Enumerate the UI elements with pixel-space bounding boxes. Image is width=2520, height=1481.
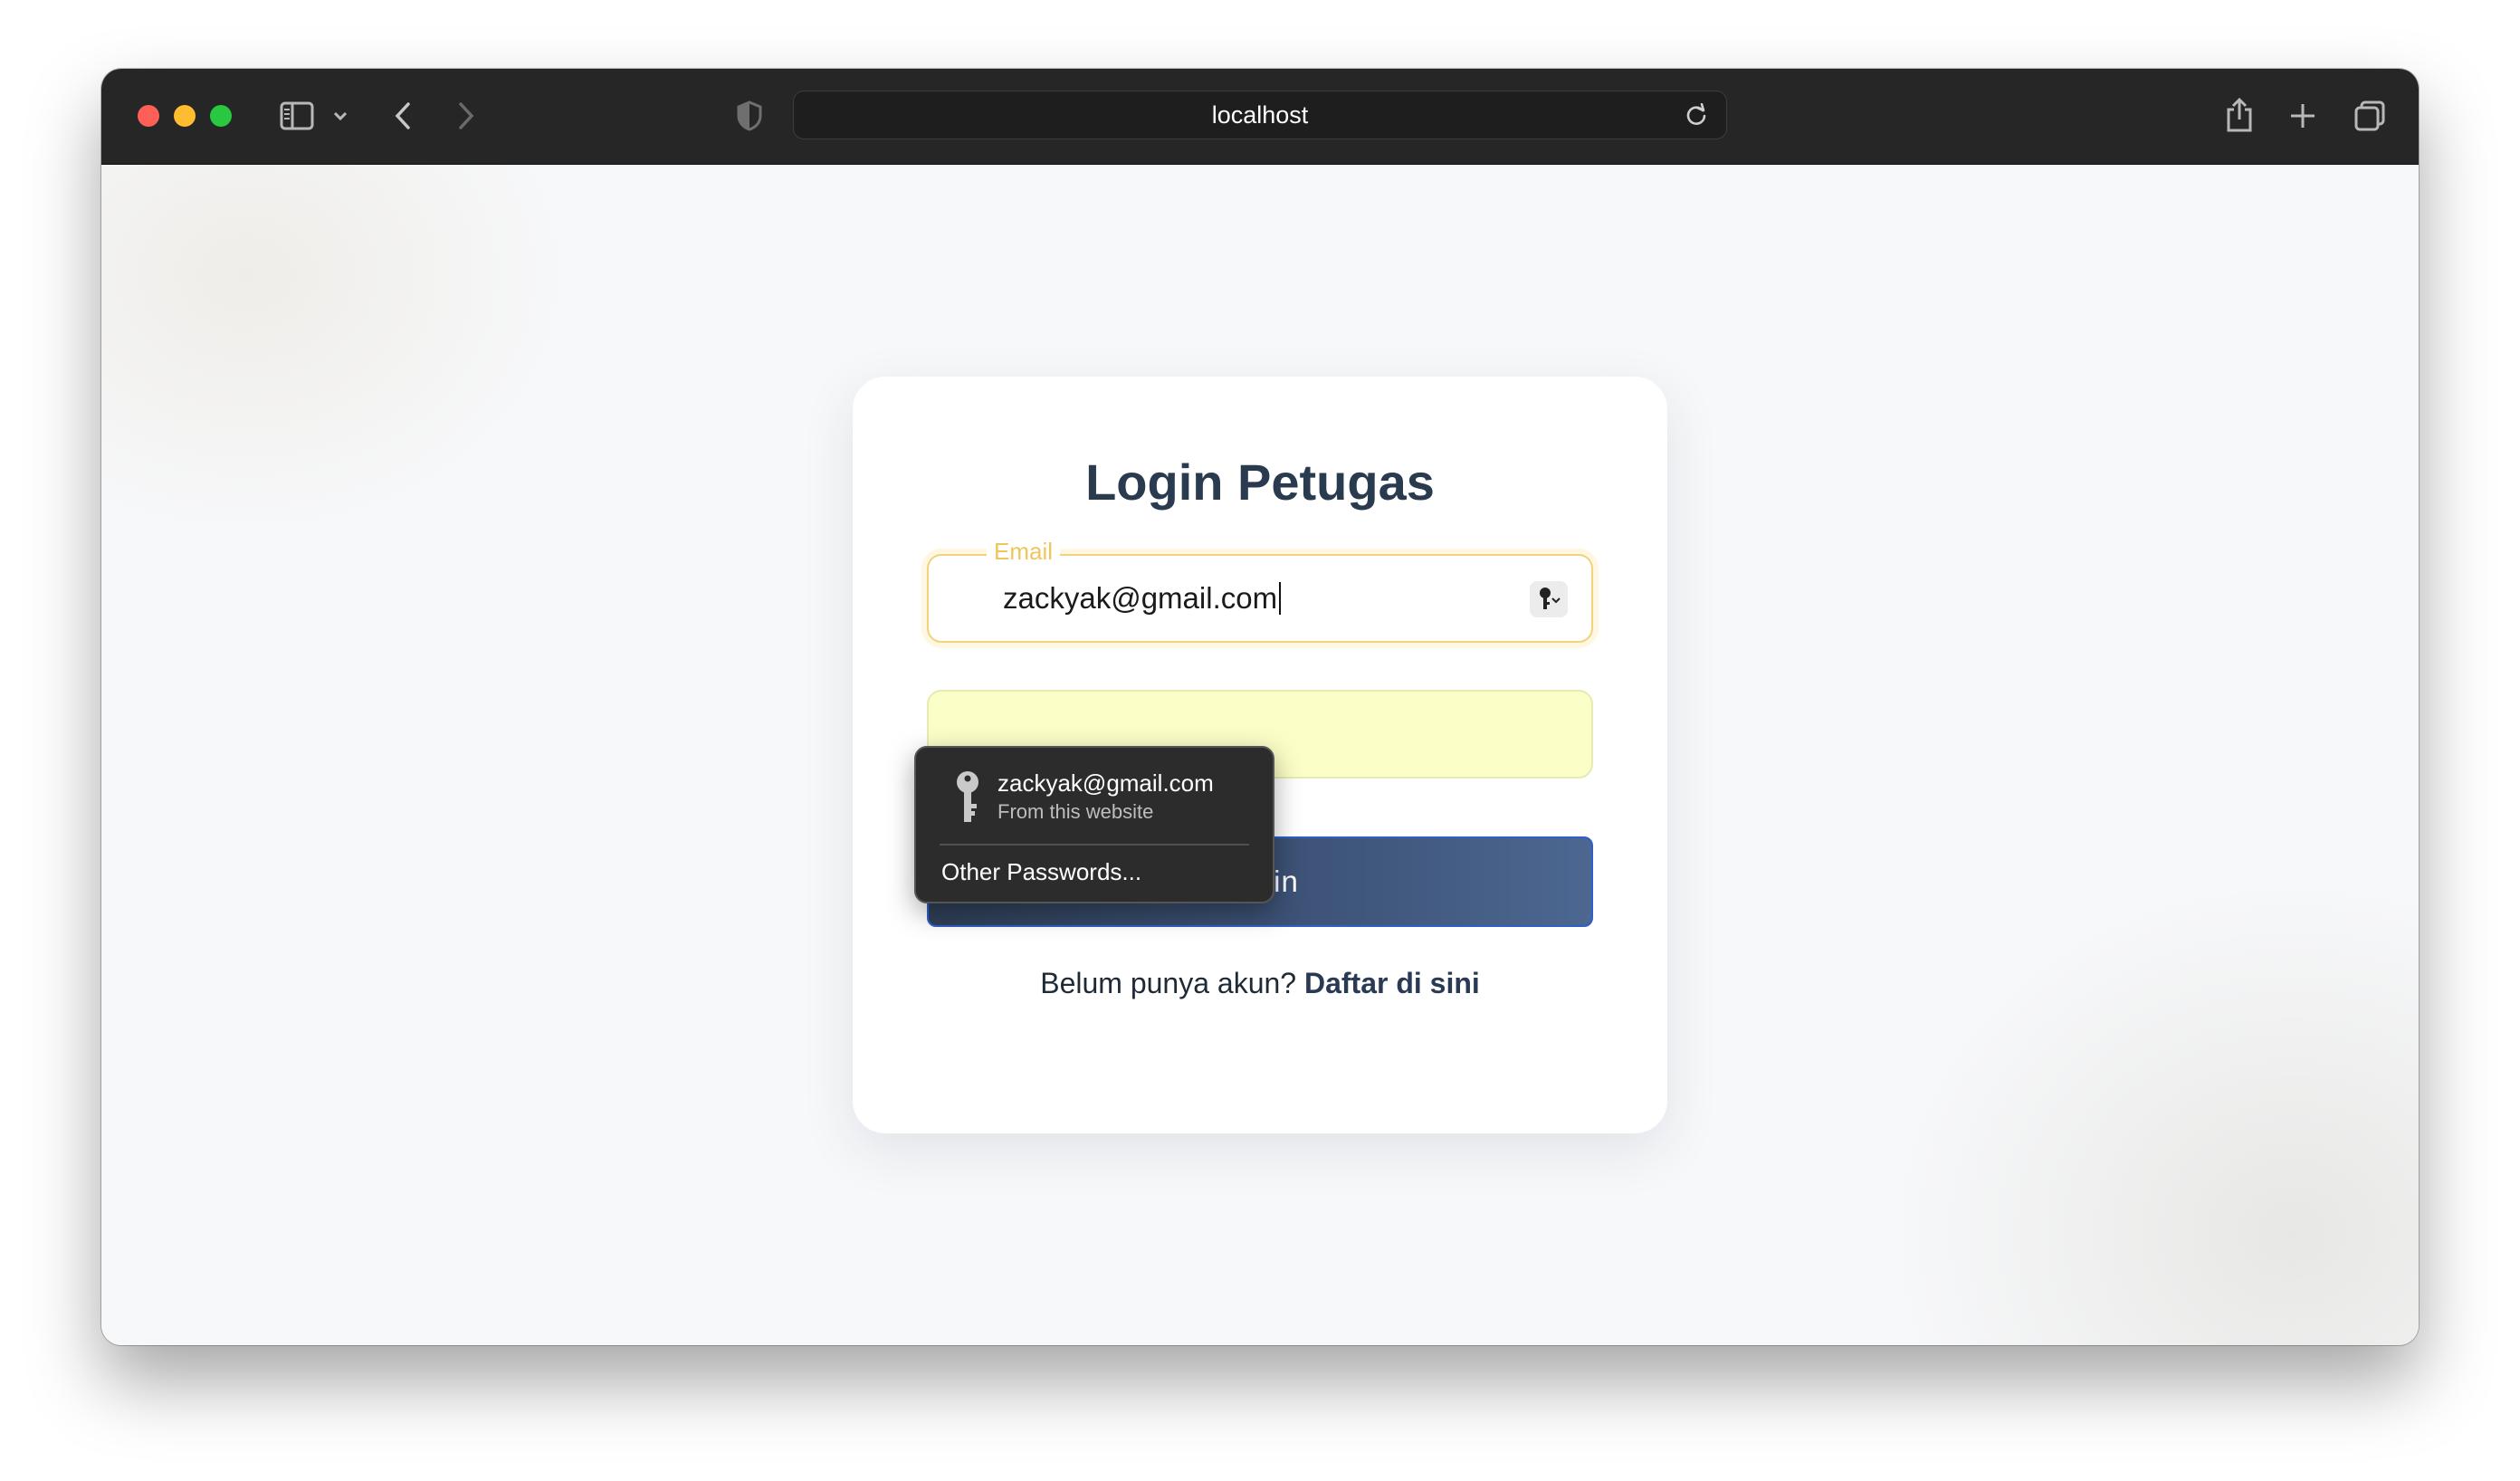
minimize-window-button[interactable]	[174, 105, 196, 127]
password-key-icon[interactable]	[1530, 581, 1568, 617]
email-field[interactable]: Email zackyak@gmail.com	[927, 538, 1593, 643]
url-text: localhost	[1211, 100, 1309, 129]
key-icon	[954, 769, 981, 830]
email-input[interactable]: zackyak@gmail.com	[1003, 556, 1282, 641]
register-prompt-text: Belum punya akun?	[1040, 967, 1297, 999]
tab-overview-icon[interactable]	[2352, 98, 2388, 134]
text-caret	[1279, 582, 1282, 615]
forward-arrow-icon[interactable]	[453, 98, 480, 134]
register-link[interactable]: Daftar di sini	[1304, 967, 1480, 999]
browser-window: localhost Login Petugas Email zackyak@gm…	[101, 69, 2419, 1345]
share-icon[interactable]	[2223, 94, 2256, 136]
page-title: Login Petugas	[1085, 454, 1435, 511]
close-window-button[interactable]	[138, 105, 159, 127]
new-tab-plus-icon[interactable]	[2286, 100, 2319, 132]
zoom-window-button[interactable]	[210, 105, 232, 127]
autofill-popup: zackyak@gmail.com From this website Othe…	[914, 746, 1274, 903]
autofill-source: From this website	[998, 800, 1154, 823]
register-prompt: Belum punya akun? Daftar di sini	[853, 967, 1667, 1000]
autofill-username[interactable]: zackyak@gmail.com	[998, 769, 1214, 798]
email-value-text: zackyak@gmail.com	[1003, 581, 1278, 615]
reload-icon[interactable]	[1685, 102, 1708, 131]
sidebar-icon[interactable]	[279, 100, 315, 132]
chevron-down-icon[interactable]	[331, 107, 349, 125]
other-passwords-item[interactable]: Other Passwords...	[941, 858, 1141, 886]
page-viewport: Login Petugas Email zackyak@gmail.com Be…	[101, 165, 2419, 1345]
back-arrow-icon[interactable]	[389, 98, 416, 134]
address-bar[interactable]: localhost	[793, 91, 1727, 139]
popup-divider	[940, 844, 1249, 846]
browser-toolbar: localhost	[101, 69, 2419, 165]
privacy-shield-icon[interactable]	[735, 100, 764, 132]
